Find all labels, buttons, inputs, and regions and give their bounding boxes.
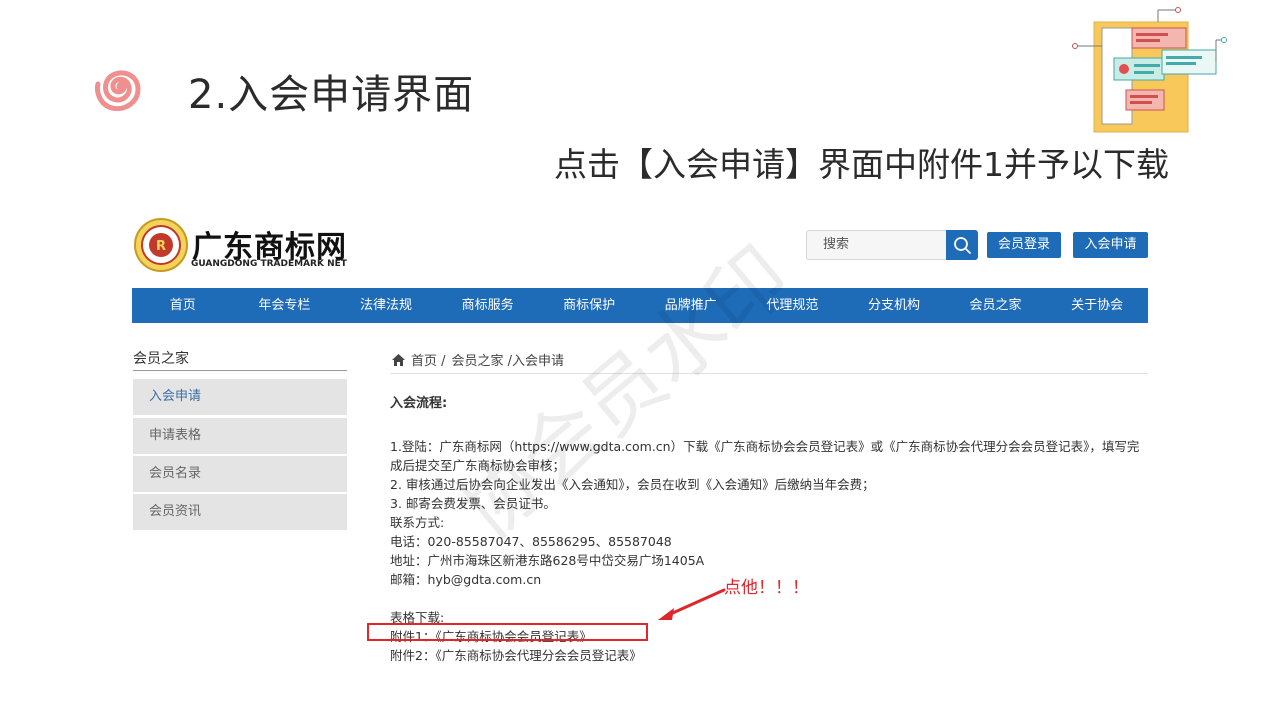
nav-item-about[interactable]: 关于协会 xyxy=(1046,288,1148,323)
search-button[interactable] xyxy=(946,230,978,260)
slide-title: 2.入会申请界面 xyxy=(188,72,475,118)
join-application-button[interactable]: 入会申请 xyxy=(1073,232,1148,258)
main-nav: 首页 年会专栏 法律法规 商标服务 商标保护 品牌推广 代理规范 分支机构 会员… xyxy=(132,288,1148,323)
red-arrow-icon xyxy=(658,588,726,620)
process-step-1: 1.登陆：广东商标网（https://www.gdta.com.cn）下载《广东… xyxy=(390,439,1140,473)
nav-item-laws[interactable]: 法律法规 xyxy=(335,288,437,323)
nav-item-branding[interactable]: 品牌推广 xyxy=(640,288,742,323)
process-step-2: 2. 审核通过后协会向企业发出《入会通知》，会员在收到《入会通知》后缴纳当年会费… xyxy=(390,477,875,492)
nav-item-protection[interactable]: 商标保护 xyxy=(538,288,640,323)
nav-item-branches[interactable]: 分支机构 xyxy=(843,288,945,323)
nav-item-members[interactable]: 会员之家 xyxy=(945,288,1047,323)
contact-title: 联系方式: xyxy=(390,515,445,530)
home-icon xyxy=(392,353,405,366)
breadcrumb-home[interactable]: 首页 / xyxy=(411,350,446,369)
nav-item-agency[interactable]: 代理规范 xyxy=(742,288,844,323)
nav-item-services[interactable]: 商标服务 xyxy=(437,288,539,323)
attachment-2-link[interactable]: 附件2：《广东商标协会代理分会会员登记表》 xyxy=(390,646,1150,665)
site-name-english: GUANGDONG TRADEMARK NET xyxy=(191,259,347,269)
breadcrumb-divider xyxy=(390,373,1148,374)
document-illustration-icon xyxy=(1072,7,1227,133)
sidebar-item-directory[interactable]: 会员名录 xyxy=(133,456,347,492)
swirl-icon xyxy=(95,70,141,112)
attachment-1-highlight-box xyxy=(367,623,648,641)
svg-text:R: R xyxy=(156,239,166,254)
breadcrumb-section: 会员之家 /入会申请 xyxy=(451,354,565,369)
process-step-3: 3. 邮寄会费发票、会员证书。 xyxy=(390,496,556,511)
nav-item-home[interactable]: 首页 xyxy=(132,288,234,323)
breadcrumb: 首页 / 会员之家 /入会申请 xyxy=(392,350,564,369)
search-icon xyxy=(954,237,971,254)
sidebar-divider xyxy=(133,370,347,371)
sidebar-item-join[interactable]: 入会申请 xyxy=(133,379,347,415)
process-title: 入会流程: xyxy=(390,396,448,411)
sidebar-item-forms[interactable]: 申请表格 xyxy=(133,418,347,454)
click-here-note: 点他！！！ xyxy=(724,578,809,598)
sidebar-item-news[interactable]: 会员资讯 xyxy=(133,494,347,530)
slide-subtitle: 点击【入会申请】界面中附件1并予以下载 xyxy=(554,145,1169,184)
trademark-association-logo: R xyxy=(134,218,188,272)
search-input[interactable]: 搜索 xyxy=(806,230,946,260)
contact-phone: 电话：020-85587047、85586295、85587048 xyxy=(390,534,672,549)
contact-address: 地址：广州市海珠区新港东路628号中岱交易广场1405A xyxy=(390,553,705,568)
member-login-button[interactable]: 会员登录 xyxy=(987,232,1061,258)
sidebar-title: 会员之家 xyxy=(133,351,189,367)
nav-item-annual[interactable]: 年会专栏 xyxy=(234,288,336,323)
